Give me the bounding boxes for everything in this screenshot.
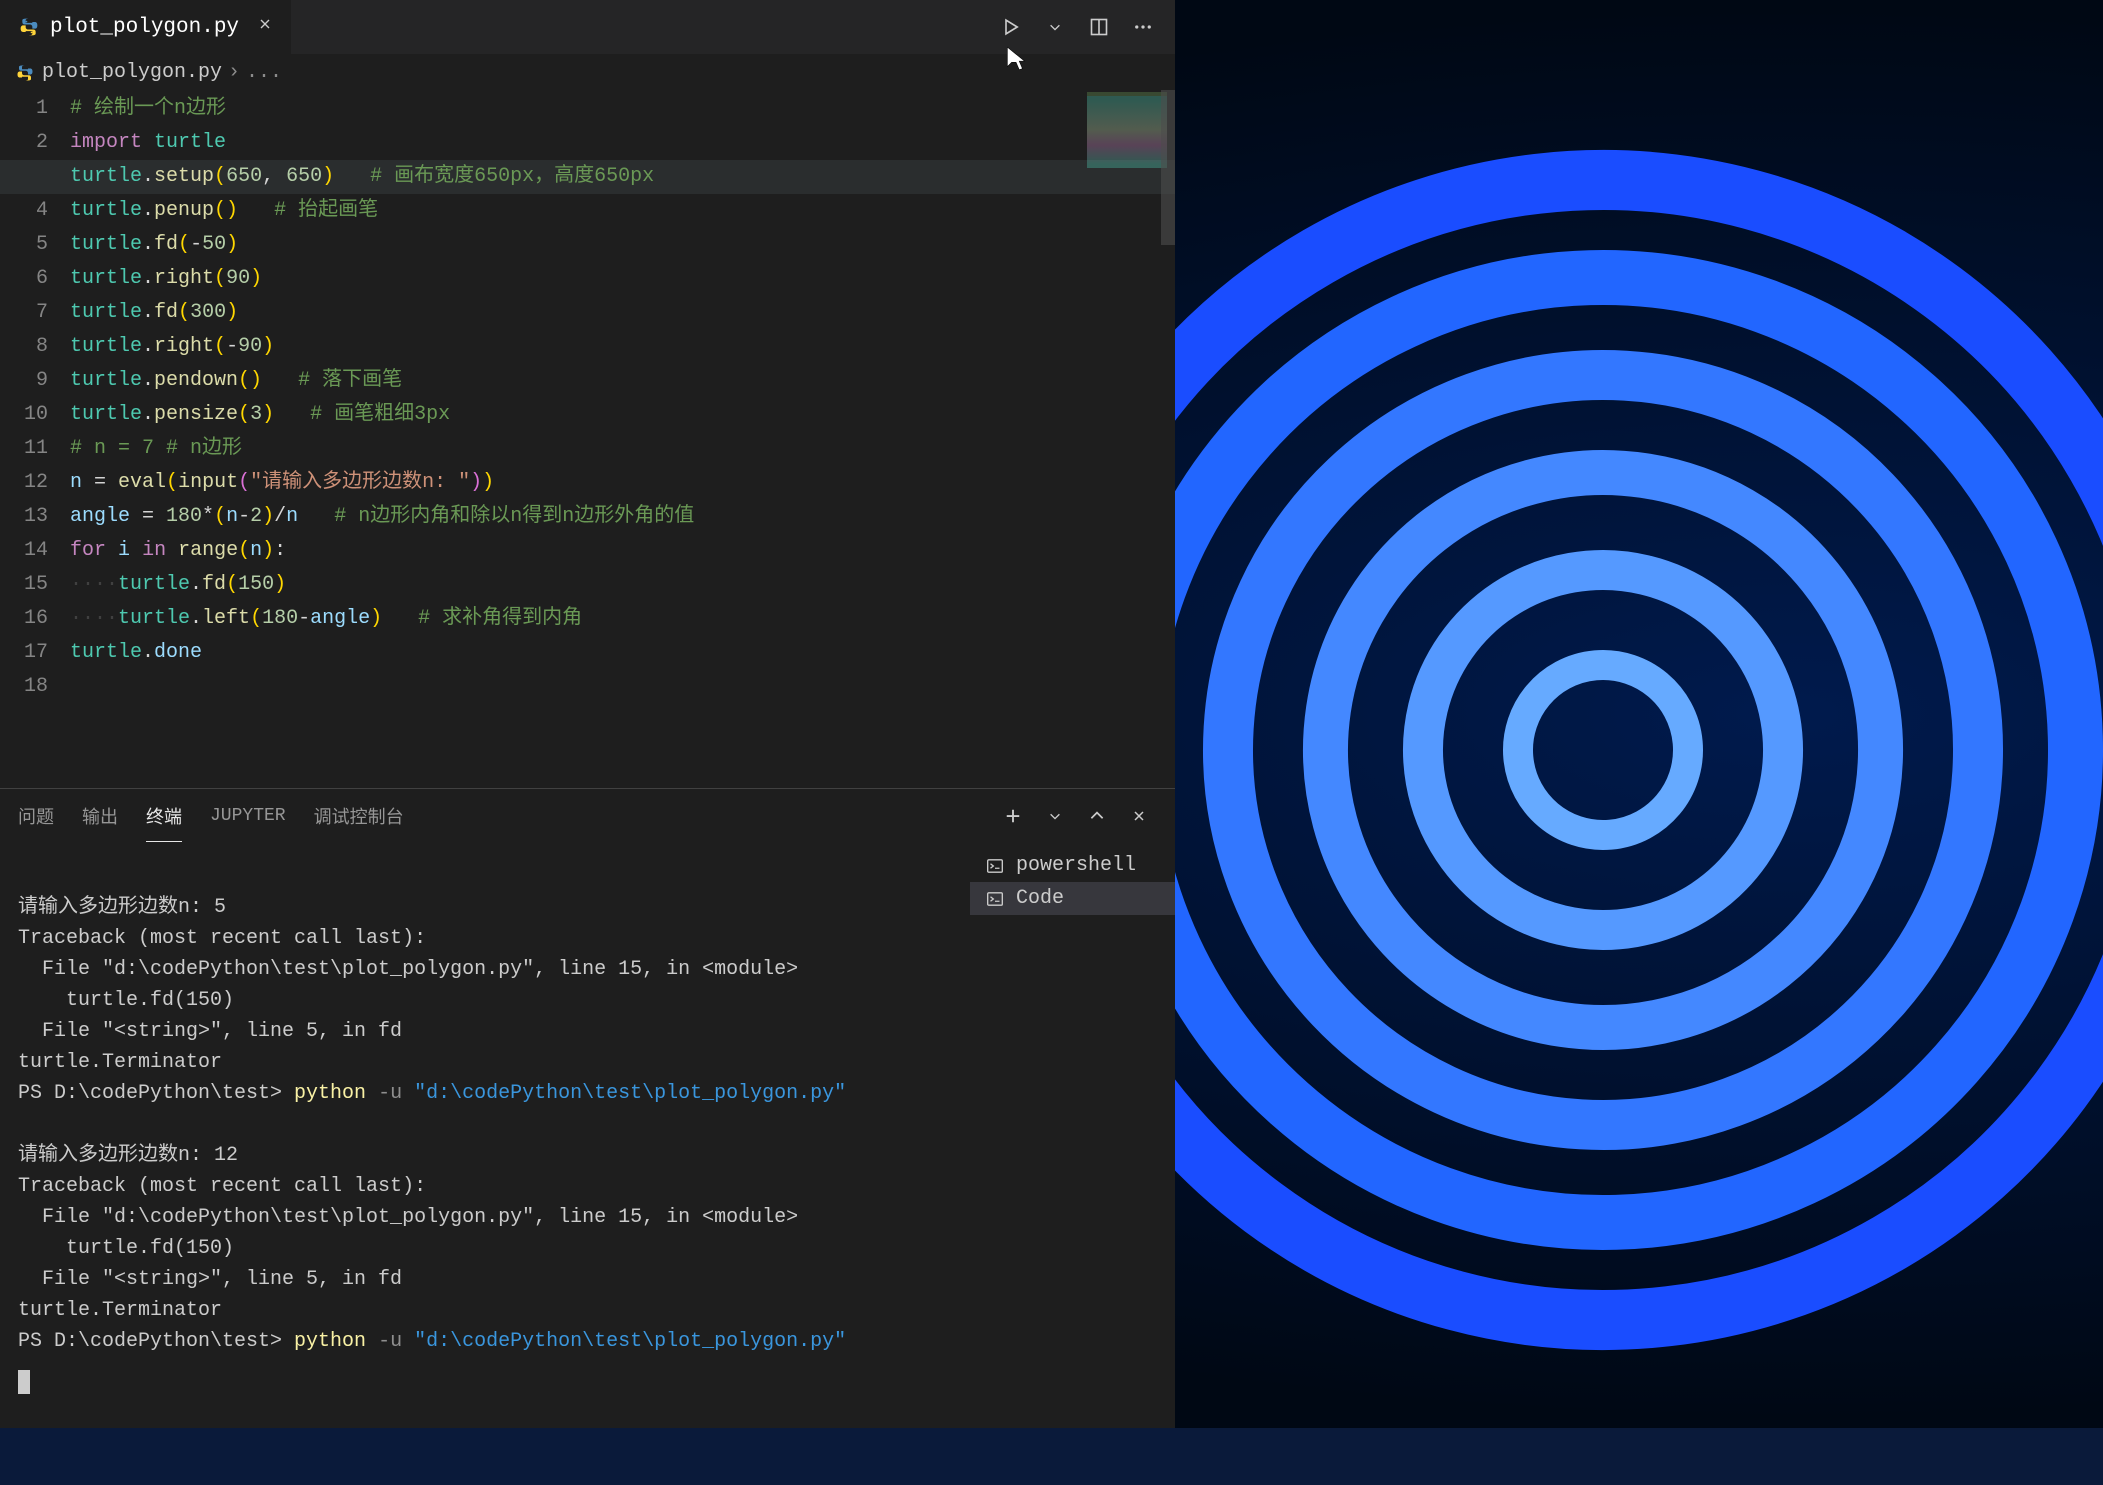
code-line[interactable] (70, 670, 1175, 704)
terminal-line: turtle.Terminator (18, 1047, 952, 1078)
breadcrumb-separator: › (228, 61, 240, 84)
terminal-cursor-line[interactable] (18, 1367, 952, 1398)
terminal-line: File "d:\codePython\test\plot_polygon.py… (18, 954, 952, 985)
python-file-icon (16, 63, 36, 83)
code-line[interactable]: turtle.pensize(3) # 画笔粗细3px (70, 398, 1175, 432)
file-tab[interactable]: plot_polygon.py (0, 0, 292, 54)
close-panel-button[interactable] (1121, 798, 1157, 834)
line-number: 18 (0, 670, 48, 704)
breadcrumb-file: plot_polygon.py (42, 61, 222, 84)
code-line[interactable]: for i in range(n): (70, 534, 1175, 568)
line-number: 8 (0, 330, 48, 364)
line-number: 12 (0, 466, 48, 500)
terminal-profile-dropdown[interactable] (1037, 798, 1073, 834)
terminal-item-label: powershell (1016, 854, 1136, 877)
panel-tab-问题[interactable]: 问题 (18, 791, 54, 841)
line-number: 5 (0, 228, 48, 262)
terminal-item-Code[interactable]: Code (970, 882, 1175, 915)
panel-tab-bar: 问题输出终端 JUPYTER 调试控制台 (0, 789, 1175, 843)
tab-filename: plot_polygon.py (50, 16, 239, 39)
terminal-line: PS D:\codePython\test> python -u "d:\cod… (18, 1078, 952, 1109)
code-line[interactable]: turtle.right(90) (70, 262, 1175, 296)
run-button[interactable] (993, 9, 1029, 45)
terminal-line: Traceback (most recent call last): (18, 1171, 952, 1202)
terminal-line: turtle.fd(150) (18, 1233, 952, 1264)
terminal-list: powershell Code (970, 843, 1175, 1428)
line-number: 16 (0, 602, 48, 636)
code-line[interactable]: turtle.right(-90) (70, 330, 1175, 364)
terminal-line: 请输入多边形边数n: 12 (18, 1140, 952, 1171)
terminal-line: turtle.Terminator (18, 1295, 952, 1326)
line-number: 10 (0, 398, 48, 432)
breadcrumb-more: ... (246, 61, 282, 84)
code-line[interactable]: # 绘制一个n边形 (70, 92, 1175, 126)
line-number: 14 (0, 534, 48, 568)
maximize-panel-button[interactable] (1079, 798, 1115, 834)
code-line[interactable]: ····turtle.fd(150) (70, 568, 1175, 602)
terminal-line: turtle.fd(150) (18, 985, 952, 1016)
code-line[interactable]: import turtle (70, 126, 1175, 160)
line-number: 13 (0, 500, 48, 534)
line-number-gutter: 123456789101112131415161718 (0, 90, 70, 788)
panel-actions (995, 798, 1157, 834)
code-line[interactable]: # n = 7 # n边形 (70, 432, 1175, 466)
editor-toolbar (993, 0, 1175, 54)
terminal-line: 请输入多边形边数n: 5 (18, 892, 952, 923)
terminal-cursor (18, 1370, 30, 1394)
line-number: 7 (0, 296, 48, 330)
split-editor-button[interactable] (1081, 9, 1117, 45)
code-content[interactable]: # 绘制一个n边形import turtleturtle.setup(650, … (70, 90, 1175, 788)
close-tab-icon[interactable] (257, 16, 273, 38)
code-line[interactable]: turtle.setup(650, 650) # 画布宽度650px，高度650… (70, 160, 1175, 194)
code-line[interactable]: turtle.fd(300) (70, 296, 1175, 330)
terminal-line: File "d:\codePython\test\plot_polygon.py… (18, 1202, 952, 1233)
panel-tab-JUPYTER[interactable]: JUPYTER (210, 794, 286, 838)
line-number: 1 (0, 92, 48, 126)
run-dropdown-button[interactable] (1037, 9, 1073, 45)
line-number: 15 (0, 568, 48, 602)
code-line[interactable]: ····turtle.left(180-angle) # 求补角得到内角 (70, 602, 1175, 636)
panel-tab-终端[interactable]: 终端 (146, 791, 182, 842)
code-line[interactable]: angle = 180*(n-2)/n # n边形内角和除以n得到n边形外角的值 (70, 500, 1175, 534)
bottom-panel: 问题输出终端JUPYTER调试控制台 请输入多边形边数n: 5Traceback… (0, 788, 1175, 1428)
line-number: 11 (0, 432, 48, 466)
line-number: 9 (0, 364, 48, 398)
minimap[interactable] (1087, 92, 1167, 168)
more-actions-button[interactable] (1125, 9, 1161, 45)
terminal-line (18, 861, 952, 892)
terminal-line: Traceback (most recent call last): (18, 923, 952, 954)
terminal-shell-icon (984, 888, 1006, 910)
code-editor[interactable]: 123456789101112131415161718 # 绘制一个n边形imp… (0, 90, 1175, 788)
breadcrumb-bar[interactable]: plot_polygon.py › ... (0, 55, 1175, 90)
panel-tab-调试控制台[interactable]: 调试控制台 (314, 791, 404, 841)
panel-body: 请输入多边形边数n: 5Traceback (most recent call … (0, 843, 1175, 1428)
terminal-output[interactable]: 请输入多边形边数n: 5Traceback (most recent call … (0, 843, 970, 1428)
panel-tab-输出[interactable]: 输出 (82, 791, 118, 841)
new-terminal-button[interactable] (995, 798, 1031, 834)
code-line[interactable]: turtle.done (70, 636, 1175, 670)
vscode-window: plot_polygon.py plot_polygon.py › (0, 0, 1175, 1428)
code-line[interactable]: turtle.penup() # 抬起画笔 (70, 194, 1175, 228)
editor-scrollbar[interactable] (1161, 90, 1175, 245)
editor-tab-bar: plot_polygon.py (0, 0, 1175, 55)
terminal-line: PS D:\codePython\test> python -u "d:\cod… (18, 1326, 952, 1357)
code-line[interactable]: n = eval(input("请输入多边形边数n: ")) (70, 466, 1175, 500)
terminal-shell-icon (984, 855, 1006, 877)
terminal-line: File "<string>", line 5, in fd (18, 1264, 952, 1295)
terminal-item-powershell[interactable]: powershell (970, 849, 1175, 882)
line-number: 6 (0, 262, 48, 296)
terminal-line: File "<string>", line 5, in fd (18, 1016, 952, 1047)
code-line[interactable]: turtle.pendown() # 落下画笔 (70, 364, 1175, 398)
terminal-line (18, 1109, 952, 1140)
line-number: 17 (0, 636, 48, 670)
line-number: 4 (0, 194, 48, 228)
terminal-item-label: Code (1016, 887, 1064, 910)
line-number: 2 (0, 126, 48, 160)
python-file-icon (18, 16, 40, 38)
code-line[interactable]: turtle.fd(-50) (70, 228, 1175, 262)
